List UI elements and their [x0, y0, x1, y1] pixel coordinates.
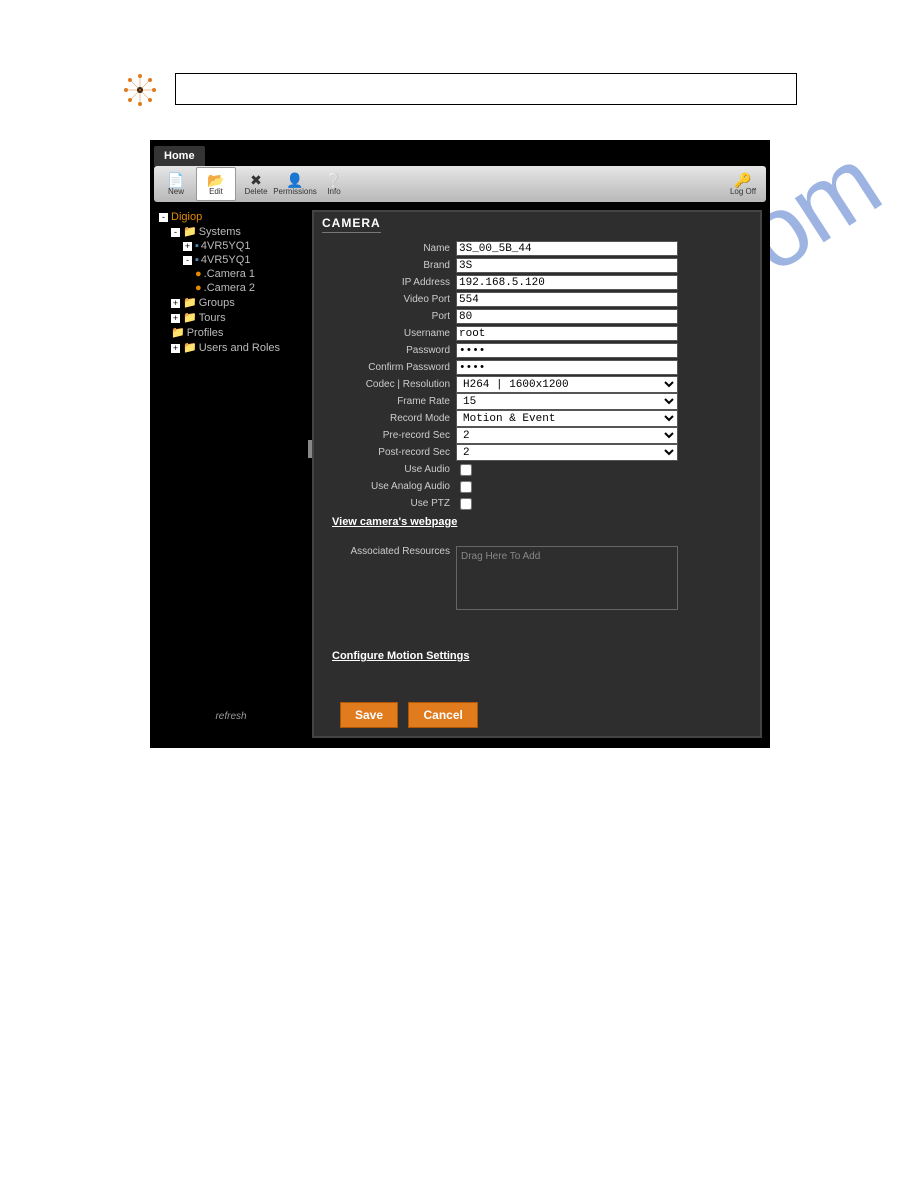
- expand-icon[interactable]: +: [171, 314, 180, 323]
- new-button[interactable]: 📄New: [157, 168, 195, 200]
- password-input[interactable]: [456, 343, 678, 358]
- codec-select[interactable]: H264 | 1600x1200: [456, 376, 678, 393]
- folder-icon: 📁: [171, 327, 185, 339]
- videoport-label: Video Port: [324, 294, 456, 305]
- confirm-password-label: Confirm Password: [324, 362, 456, 373]
- framerate-select[interactable]: 15: [456, 393, 678, 410]
- port-label: Port: [324, 311, 456, 322]
- info-icon: ❔: [325, 173, 342, 187]
- confirm-password-input[interactable]: [456, 360, 678, 375]
- camera-form: Name Brand IP Address Video Port Port Us…: [324, 240, 750, 728]
- folder-icon: 📁: [183, 297, 197, 309]
- brand-logo: [120, 70, 160, 110]
- edit-button[interactable]: 📂Edit: [196, 167, 236, 201]
- port-input[interactable]: [456, 309, 678, 324]
- tree-root[interactable]: -Digiop: [159, 210, 306, 224]
- recordmode-select[interactable]: Motion & Event: [456, 410, 678, 427]
- tree-groups[interactable]: +📁Groups: [159, 295, 306, 310]
- folder-icon: 📁: [183, 312, 197, 324]
- system-icon: ▪: [195, 240, 199, 252]
- header-box: [175, 73, 797, 105]
- password-label: Password: [324, 345, 456, 356]
- resources-label: Associated Resources: [324, 546, 456, 610]
- configure-motion-link[interactable]: Configure Motion Settings: [324, 650, 750, 662]
- prerecord-select[interactable]: 2: [456, 427, 678, 444]
- username-label: Username: [324, 328, 456, 339]
- tree-sys2[interactable]: -▪4VR5YQ1: [159, 253, 306, 267]
- delete-icon: ✖: [250, 173, 262, 187]
- folder-icon: 📁: [183, 226, 197, 238]
- info-button[interactable]: ❔Info: [315, 168, 353, 200]
- tree-camera2[interactable]: ●.Camera 2: [159, 281, 306, 295]
- expand-icon[interactable]: +: [171, 299, 180, 308]
- sidebar: -Digiop -📁Systems +▪4VR5YQ1 -▪4VR5YQ1 ●.…: [156, 210, 306, 742]
- ip-input[interactable]: [456, 275, 678, 290]
- codec-label: Codec | Resolution: [324, 379, 456, 390]
- tree-tours[interactable]: +📁Tours: [159, 310, 306, 325]
- collapse-icon[interactable]: -: [183, 256, 192, 265]
- framerate-label: Frame Rate: [324, 396, 456, 407]
- collapse-icon[interactable]: -: [159, 213, 168, 222]
- ip-label: IP Address: [324, 277, 456, 288]
- camera-icon: ●: [195, 268, 202, 280]
- folder-icon: 📁: [183, 342, 197, 354]
- nav-tree: -Digiop -📁Systems +▪4VR5YQ1 -▪4VR5YQ1 ●.…: [156, 210, 306, 355]
- tree-profiles[interactable]: 📁Profiles: [159, 325, 306, 340]
- tree-sys1[interactable]: +▪4VR5YQ1: [159, 239, 306, 253]
- name-input[interactable]: [456, 241, 678, 256]
- collapse-icon[interactable]: -: [171, 228, 180, 237]
- content-panel: CAMERA Name Brand IP Address Video Port …: [312, 210, 762, 738]
- prerecord-label: Pre-record Sec: [324, 430, 456, 441]
- expand-icon[interactable]: +: [183, 242, 192, 251]
- toolbar: 📄New 📂Edit ✖Delete 👤Permissions ❔Info 🔑L…: [154, 166, 766, 202]
- useaudio-checkbox[interactable]: [460, 464, 472, 476]
- tree-users[interactable]: +📁Users and Roles: [159, 340, 306, 355]
- resources-dropzone[interactable]: Drag Here To Add: [456, 546, 678, 610]
- camera-icon: ●: [195, 282, 202, 294]
- useptz-label: Use PTZ: [324, 498, 456, 509]
- logoff-button[interactable]: 🔑Log Off: [724, 168, 762, 200]
- refresh-link[interactable]: refresh: [156, 711, 306, 722]
- delete-button[interactable]: ✖Delete: [237, 168, 275, 200]
- useaudio-label: Use Audio: [324, 464, 456, 475]
- tab-home[interactable]: Home: [154, 146, 205, 166]
- tree-camera1[interactable]: ●.Camera 1: [159, 267, 306, 281]
- panel-title: CAMERA: [322, 216, 381, 233]
- new-icon: 📄: [167, 173, 184, 187]
- postrecord-select[interactable]: 2: [456, 444, 678, 461]
- permissions-button[interactable]: 👤Permissions: [276, 168, 314, 200]
- name-label: Name: [324, 243, 456, 254]
- logoff-icon: 🔑: [734, 173, 751, 187]
- recordmode-label: Record Mode: [324, 413, 456, 424]
- app-window: Home 📄New 📂Edit ✖Delete 👤Permissions ❔In…: [150, 140, 770, 748]
- analogaudio-label: Use Analog Audio: [324, 481, 456, 492]
- expand-icon[interactable]: +: [171, 344, 180, 353]
- username-input[interactable]: [456, 326, 678, 341]
- edit-icon: 📂: [207, 173, 224, 187]
- system-icon: ▪: [195, 254, 199, 266]
- postrecord-label: Post-record Sec: [324, 447, 456, 458]
- save-button[interactable]: Save: [340, 702, 398, 728]
- permissions-icon: 👤: [286, 173, 303, 187]
- useptz-checkbox[interactable]: [460, 498, 472, 510]
- tree-systems[interactable]: -📁Systems: [159, 224, 306, 239]
- brand-input[interactable]: [456, 258, 678, 273]
- brand-label: Brand: [324, 260, 456, 271]
- analogaudio-checkbox[interactable]: [460, 481, 472, 493]
- cancel-button[interactable]: Cancel: [408, 702, 477, 728]
- view-webpage-link[interactable]: View camera's webpage: [324, 516, 457, 528]
- videoport-input[interactable]: [456, 292, 678, 307]
